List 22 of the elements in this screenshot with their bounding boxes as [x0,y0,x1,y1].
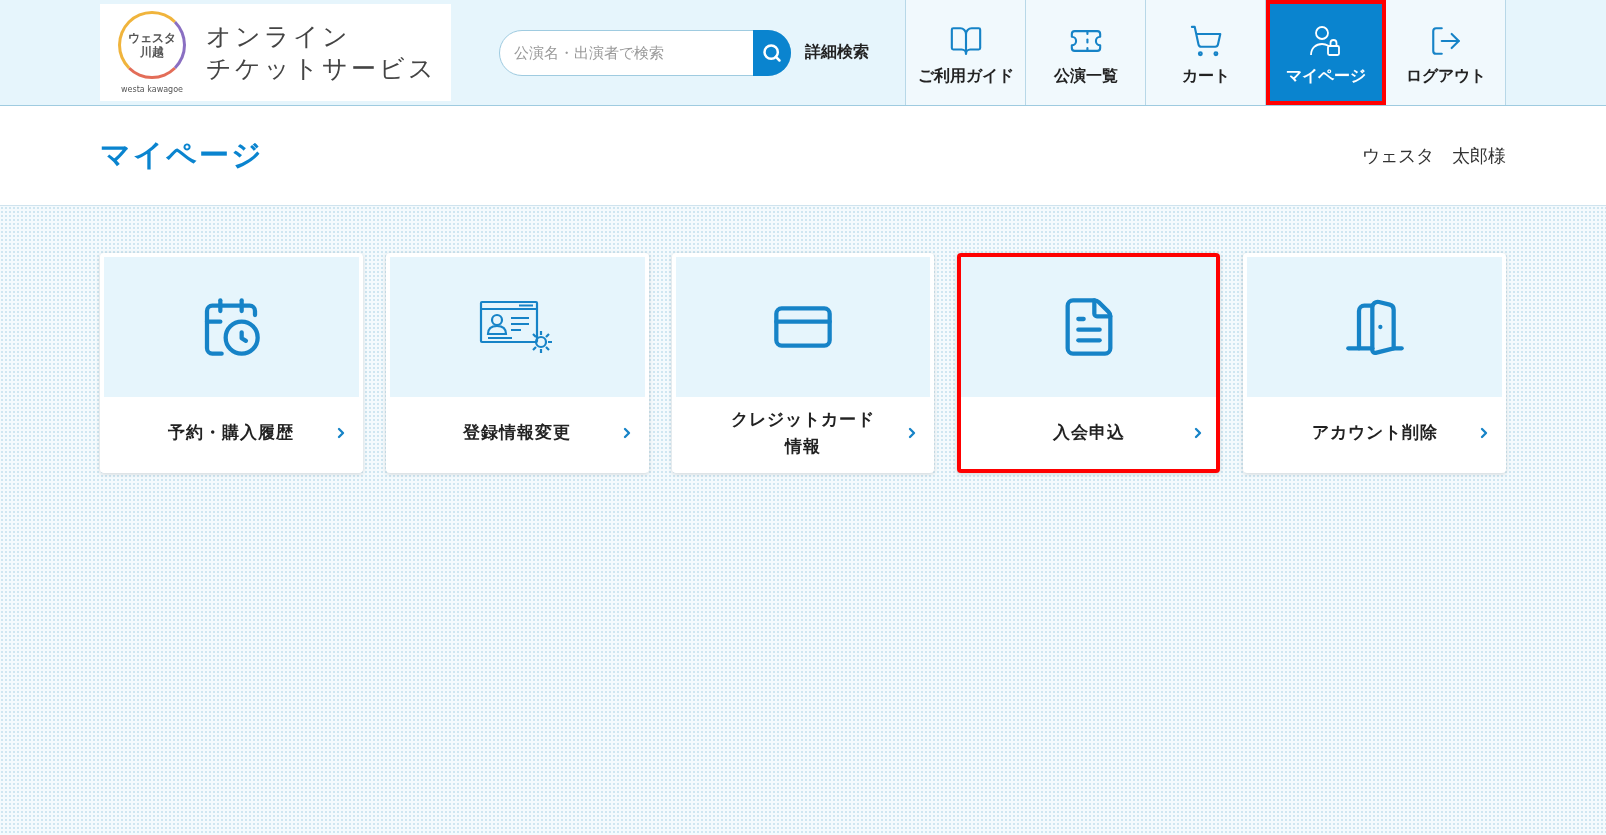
page-title: マイページ [100,136,264,174]
menu-card[interactable]: 入会申込 [957,253,1221,473]
search-icon [762,42,782,63]
nav-item[interactable]: ログアウト [1386,0,1506,105]
nav-item[interactable]: 公演一覧 [1026,0,1146,105]
book-icon [948,24,983,58]
search-button[interactable] [753,29,791,76]
nav-item[interactable]: マイページ [1266,0,1386,105]
nav-item[interactable]: カート [1146,0,1266,105]
site-title: チケットサービス [206,52,437,84]
menu-card[interactable]: 予約・購入履歴 [100,253,363,473]
user-name: ウェスタ 太郎様 [1362,143,1506,168]
advanced-search-link[interactable]: 詳細検索 [805,42,869,63]
logo-mark-text: ウェスタ川越 [128,30,176,60]
site-title: オンライン [206,21,352,53]
logo[interactable]: ウェスタ川越 westa kawagoe オンライン チケットサービス [100,4,451,101]
menu-card[interactable]: アカウント削除 [1243,253,1506,473]
menu-card[interactable]: クレジットカード 情報 [671,253,935,473]
menu-card[interactable]: 登録情報変更 [385,253,649,473]
logo-subtext: westa kawagoe [121,85,183,94]
cart-icon [1188,24,1223,58]
nav-item[interactable]: ご利用ガイド [906,0,1026,105]
